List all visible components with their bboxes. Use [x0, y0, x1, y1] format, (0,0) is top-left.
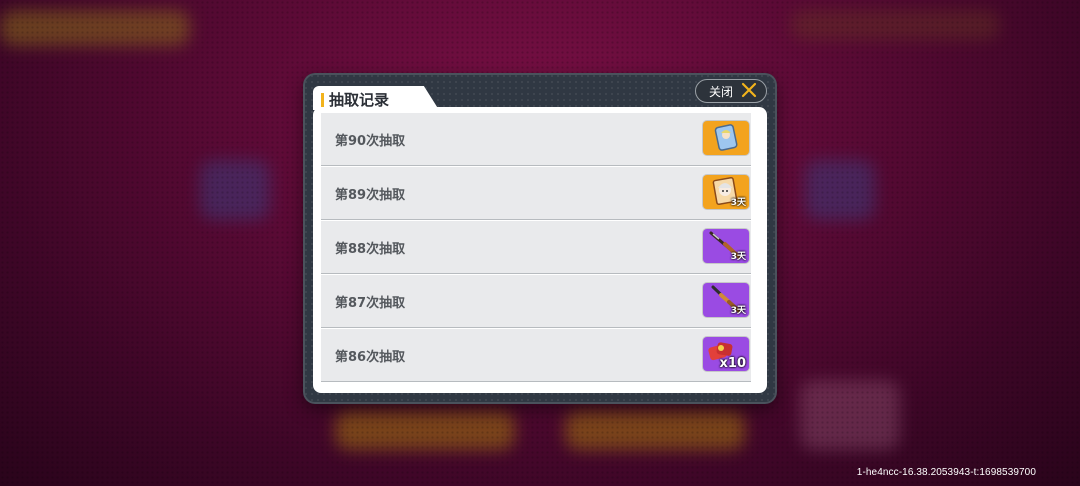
record-row: 第88次抽取 3天 [321, 221, 751, 274]
draw-record-dialog: 抽取记录 关闭 第90次抽取 第89次抽取 3天 第88次抽取 3天 第87次抽… [303, 73, 777, 404]
close-label: 关闭 [709, 84, 734, 99]
record-row: 第87次抽取 3天 [321, 275, 751, 328]
character-portrait-icon[interactable]: 3天 [703, 175, 749, 209]
record-list[interactable]: 第90次抽取 第89次抽取 3天 第88次抽取 3天 第87次抽取 3天 第86… [321, 113, 751, 383]
record-label: 第86次抽取 [335, 350, 406, 365]
item-quantity-tag: x10 [719, 356, 746, 371]
record-label: 第87次抽取 [335, 296, 406, 311]
close-button[interactable]: 关闭 [695, 79, 767, 103]
rifle-icon[interactable]: 3天 [703, 229, 749, 263]
shotgun-icon[interactable]: 3天 [703, 283, 749, 317]
ammo-box-icon[interactable]: x10 [703, 337, 749, 371]
item-duration-tag: 3天 [730, 306, 746, 316]
item-duration-tag: 3天 [730, 252, 746, 262]
record-panel: 第90次抽取 第89次抽取 3天 第88次抽取 3天 第87次抽取 3天 第86… [313, 107, 767, 393]
record-row: 第89次抽取 3天 [321, 167, 751, 220]
record-row: 第86次抽取 x10 [321, 329, 751, 382]
item-duration-tag: 3天 [730, 198, 746, 208]
close-icon [741, 82, 757, 98]
title-accent-bar [321, 93, 324, 108]
build-watermark: 1-he4ncc-16.38.2053943-t:1698539700 [856, 467, 1036, 478]
record-row: 第90次抽取 [321, 113, 751, 166]
avatar-frame-icon[interactable] [703, 121, 749, 155]
record-label: 第89次抽取 [335, 188, 406, 203]
record-label: 第88次抽取 [335, 242, 406, 257]
record-label: 第90次抽取 [335, 134, 406, 149]
